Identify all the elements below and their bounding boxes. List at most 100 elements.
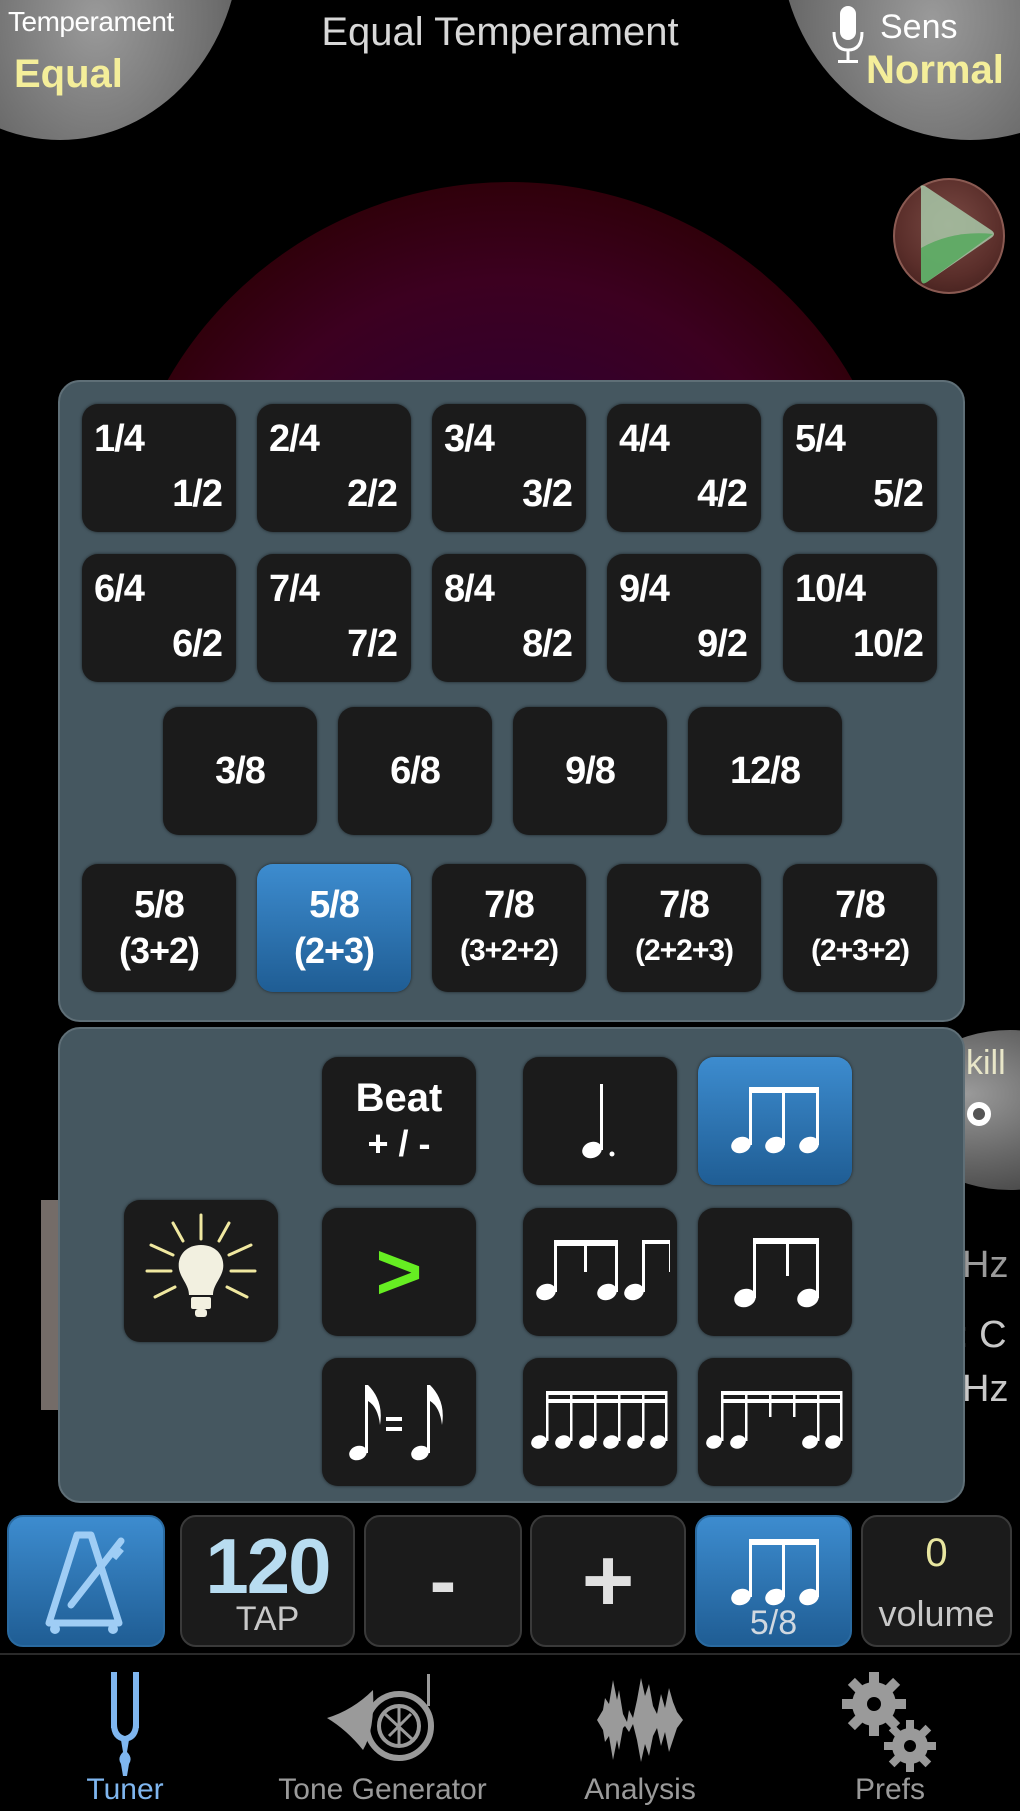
sig-label: 7/8 bbox=[835, 884, 886, 926]
sensitivity-value[interactable]: Normal bbox=[866, 48, 1004, 93]
time-sig-button-5-4[interactable]: 5/4 5/2 bbox=[783, 404, 937, 532]
tap-tempo-button[interactable]: 120 TAP bbox=[180, 1515, 355, 1647]
flash-light-button[interactable] bbox=[124, 1200, 278, 1342]
sig-bottom: 1/2 bbox=[172, 473, 223, 515]
sig-bottom: 6/2 bbox=[172, 623, 223, 665]
time-sig-button-1-4[interactable]: 1/4 1/2 bbox=[82, 404, 236, 532]
tab-prefs[interactable]: Prefs bbox=[810, 1660, 970, 1811]
sig-grouping: (3+2+2) bbox=[459, 934, 559, 967]
tempo-decrease-button[interactable]: - bbox=[364, 1515, 522, 1647]
sig-bottom: 9/2 bbox=[697, 623, 748, 665]
sig-top: 1/4 bbox=[94, 418, 145, 460]
accent-icon: > bbox=[375, 1227, 423, 1316]
time-signature-button[interactable]: 5/8 bbox=[695, 1515, 852, 1647]
temperament-value[interactable]: Equal bbox=[14, 52, 123, 97]
microphone-icon bbox=[832, 6, 864, 63]
subdivision-eighth-rest-pattern[interactable] bbox=[523, 1208, 677, 1336]
side-strip bbox=[41, 1200, 59, 1410]
beat-label: Beat bbox=[355, 1076, 443, 1120]
subdivision-sixteenth-rest-pattern[interactable] bbox=[698, 1358, 852, 1486]
time-sig-button-7-8-3-2-2[interactable]: 7/8 (3+2+2) bbox=[432, 864, 586, 992]
sig-top: 8/4 bbox=[444, 568, 495, 610]
tab-tuner[interactable]: Tuner bbox=[40, 1660, 210, 1811]
metronome-toggle-button[interactable] bbox=[7, 1515, 165, 1647]
sig-label: 7/8 bbox=[484, 884, 535, 926]
tab-bar-divider bbox=[0, 1653, 1020, 1655]
sig-top: 7/4 bbox=[269, 568, 320, 610]
time-sig-button-2-4[interactable]: 2/4 2/2 bbox=[257, 404, 411, 532]
sig-label: 5/8 bbox=[134, 884, 185, 926]
light-bulb-icon bbox=[145, 1213, 257, 1317]
time-sig-button-5-8-2-3[interactable]: 5/8 (2+3) bbox=[257, 864, 411, 992]
tab-analysis[interactable]: Analysis bbox=[555, 1660, 725, 1811]
sig-top: 2/4 bbox=[269, 418, 320, 460]
dotted-quarter-note-icon bbox=[582, 1084, 615, 1159]
waveform-icon bbox=[597, 1678, 683, 1762]
beat-options-panel: Beat + / - > bbox=[58, 1027, 965, 1503]
eighth-rest-eighth-icon bbox=[734, 1238, 819, 1308]
sig-bottom: 4/2 bbox=[697, 473, 748, 515]
time-sig-button-12-8[interactable]: 12/8 bbox=[688, 707, 842, 835]
time-sig-button-7-8-2-2-3[interactable]: 7/8 (2+2+3) bbox=[607, 864, 761, 992]
reference-note: : C bbox=[958, 1314, 1007, 1356]
volume-label: volume bbox=[878, 1593, 995, 1634]
reference-frequency-unit: Hz bbox=[962, 1368, 1009, 1410]
gears-icon bbox=[842, 1672, 936, 1772]
skill-indicator bbox=[967, 1102, 991, 1126]
tempo-value: 120 bbox=[205, 1522, 331, 1610]
time-sig-button-8-4[interactable]: 8/4 8/2 bbox=[432, 554, 586, 682]
sig-bottom: 7/2 bbox=[347, 623, 398, 665]
triple-eighth-notes-icon bbox=[731, 1087, 819, 1154]
tab-label: Analysis bbox=[584, 1773, 696, 1806]
time-sig-button-3-4[interactable]: 3/4 3/2 bbox=[432, 404, 586, 532]
sig-top: 3/4 bbox=[444, 418, 495, 460]
minus-icon: - bbox=[429, 1536, 457, 1625]
sig-grouping: (2+3) bbox=[293, 930, 375, 971]
sig-grouping: (2+3+2) bbox=[810, 934, 910, 967]
tab-tone-generator[interactable]: Tone Generator bbox=[255, 1660, 510, 1811]
tab-label: Prefs bbox=[854, 1773, 926, 1806]
beat-plus-minus-button[interactable]: Beat + / - bbox=[322, 1057, 476, 1185]
sig-bottom: 3/2 bbox=[522, 473, 573, 515]
tempo-increase-button[interactable]: + bbox=[530, 1515, 686, 1647]
sig-top: 9/4 bbox=[619, 568, 670, 610]
play-icon bbox=[920, 185, 994, 284]
sig-label: 7/8 bbox=[659, 884, 710, 926]
play-button[interactable] bbox=[893, 178, 1005, 294]
time-sig-button-7-4[interactable]: 7/4 7/2 bbox=[257, 554, 411, 682]
time-sig-button-4-4[interactable]: 4/4 4/2 bbox=[607, 404, 761, 532]
time-sig-button-10-4[interactable]: 10/4 10/2 bbox=[783, 554, 937, 682]
time-sig-button-6-4[interactable]: 6/4 6/2 bbox=[82, 554, 236, 682]
sig-label: 5/8 bbox=[309, 884, 360, 926]
sig-top: 5/4 bbox=[795, 418, 846, 460]
swing-equal-button[interactable] bbox=[322, 1358, 476, 1486]
accent-button[interactable]: > bbox=[322, 1208, 476, 1336]
sixteenth-rest-pattern-icon bbox=[706, 1391, 843, 1449]
volume-button[interactable]: 0 volume bbox=[861, 1515, 1012, 1647]
subdivision-dotted-quarter[interactable] bbox=[523, 1057, 677, 1185]
subdivision-triple-eighth[interactable] bbox=[698, 1057, 852, 1185]
sig-top: 4/4 bbox=[619, 418, 670, 460]
volume-value: 0 bbox=[925, 1531, 948, 1575]
tab-label: Tuner bbox=[86, 1773, 164, 1806]
plus-icon: + bbox=[581, 1530, 635, 1631]
sig-bottom: 10/2 bbox=[853, 623, 924, 665]
time-sig-button-5-8-3-2[interactable]: 5/8 (3+2) bbox=[82, 864, 236, 992]
tuning-fork-icon bbox=[111, 1672, 139, 1776]
subdivision-six-sixteenths[interactable] bbox=[523, 1358, 677, 1486]
metronome-icon bbox=[45, 1531, 125, 1634]
tab-label: Tone Generator bbox=[278, 1773, 487, 1806]
subdivision-eighth-rest[interactable] bbox=[698, 1208, 852, 1336]
time-sig-button-9-8[interactable]: 9/8 bbox=[513, 707, 667, 835]
sensitivity-label: Sens bbox=[880, 8, 958, 46]
time-sig-button-3-8[interactable]: 3/8 bbox=[163, 707, 317, 835]
time-signature-panel: 1/4 1/2 2/4 2/2 3/4 3/2 4/4 4/2 5/4 5/2 6/4 6/… bbox=[58, 380, 965, 1022]
time-sig-button-9-4[interactable]: 9/4 9/2 bbox=[607, 554, 761, 682]
eighth-rest-eighth-pattern-icon bbox=[536, 1240, 670, 1301]
time-sig-button-6-8[interactable]: 6/8 bbox=[338, 707, 492, 835]
tap-label: TAP bbox=[235, 1600, 300, 1638]
current-time-signature: 5/8 bbox=[749, 1604, 798, 1642]
french-horn-icon bbox=[326, 1674, 434, 1761]
sig-top: 6/4 bbox=[94, 568, 145, 610]
time-sig-button-7-8-2-3-2[interactable]: 7/8 (2+3+2) bbox=[783, 864, 937, 992]
